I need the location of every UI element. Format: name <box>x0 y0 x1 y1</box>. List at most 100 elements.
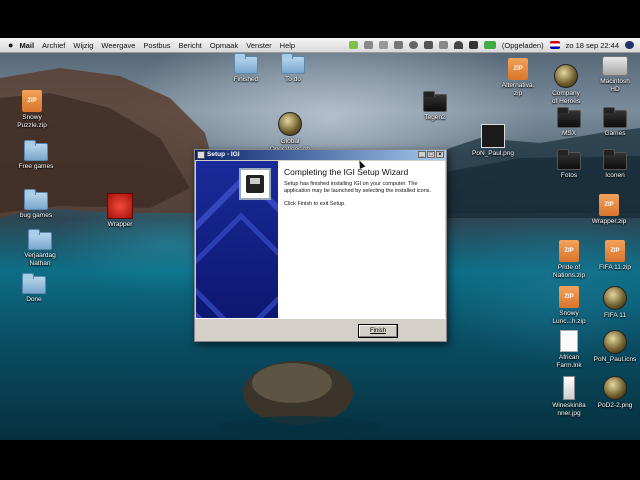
icon-label: Games <box>604 130 626 137</box>
folder-icon <box>24 140 48 161</box>
wizard-body: Completing the IGI Setup Wizard Setup ha… <box>196 161 445 318</box>
folder-icon <box>557 149 581 170</box>
folder-icon <box>28 229 52 250</box>
clock[interactable]: zo 18 sep 22:44 <box>566 41 619 50</box>
apple-menu-icon[interactable]: ● <box>8 40 13 50</box>
zip-icon: ZIP <box>508 58 528 80</box>
icon-label: PoN_Paul.icns <box>593 356 637 363</box>
icon-label: FIFA 11.zip <box>598 264 632 271</box>
menu-venster[interactable]: Venster <box>246 41 271 50</box>
image-thumbnail-icon <box>481 124 505 148</box>
desktop-icon-pod2-2[interactable]: PoD2-2.png <box>583 376 640 410</box>
desktop-icon-bug-games[interactable]: bug games <box>4 189 68 220</box>
status-icon-3[interactable] <box>393 41 403 49</box>
menu-wijzig[interactable]: Wijzig <box>73 41 93 50</box>
menu-postbus[interactable]: Postbus <box>143 41 170 50</box>
desktop-icon-pon-paul-png[interactable]: PoN_Paul.png <box>461 124 525 158</box>
window-titlebar[interactable]: Setup - IGI _ □ × <box>195 150 446 160</box>
sync-icon[interactable] <box>363 41 373 49</box>
folder-icon <box>557 107 581 128</box>
status-icon-4[interactable] <box>408 41 418 49</box>
spotlight-icon[interactable] <box>625 41 634 49</box>
icon-label: PoD2-2.png <box>597 402 633 409</box>
menu-weergave[interactable]: Weergave <box>101 41 135 50</box>
desktop-icon-global-operations[interactable]: Global Operations.gb <box>258 112 322 154</box>
global-operations-icon <box>278 112 302 136</box>
bluetooth-icon[interactable] <box>438 41 448 49</box>
icon-label: To do <box>285 76 301 83</box>
wifi-icon[interactable] <box>453 41 463 49</box>
desktop-icon-tegen2[interactable]: Tegen2 <box>403 91 467 122</box>
battery-icon[interactable] <box>483 41 496 49</box>
maximize-button[interactable]: □ <box>427 151 435 158</box>
finish-button-label: Finish <box>369 328 386 334</box>
window-title: Setup - IGI <box>207 151 240 158</box>
document-icon <box>560 330 578 352</box>
icon-label: Iconen <box>605 172 625 179</box>
desktop-icon-wrapper-zip[interactable]: ZIP Wrapper.zip <box>577 194 640 226</box>
desktop-icon-games[interactable]: Games <box>583 107 640 138</box>
wizard-content: Completing the IGI Setup Wizard Setup ha… <box>284 167 442 214</box>
menu-archief[interactable]: Archief <box>42 41 65 50</box>
folder-icon <box>22 273 46 294</box>
fifa-11-icon <box>603 286 627 310</box>
desktop-icon-done[interactable]: Done <box>2 273 66 304</box>
zip-icon: ZIP <box>599 194 619 216</box>
flag-icon[interactable] <box>549 41 560 49</box>
icon-label: Tegen2 <box>424 114 446 121</box>
close-button[interactable]: × <box>436 151 444 158</box>
image-file-icon <box>603 376 627 400</box>
zip-icon: ZIP <box>559 286 579 308</box>
status-icon[interactable] <box>348 41 358 49</box>
icon-label: Wrapper <box>107 221 133 228</box>
minimize-button[interactable]: _ <box>418 151 426 158</box>
desktop-icon-free-games[interactable]: Free games <box>4 140 68 171</box>
battery-status[interactable]: (Opgeladen) <box>502 41 544 50</box>
setup-app-icon <box>197 151 205 159</box>
folder-icon <box>234 53 258 74</box>
zip-icon: ZIP <box>559 240 579 262</box>
icon-label: PoN_Paul.png <box>472 150 514 157</box>
menu-opmaak[interactable]: Opmaak <box>210 41 238 50</box>
finish-button[interactable]: Finish <box>358 324 398 338</box>
image-file-icon <box>563 376 575 400</box>
menu-mail[interactable]: Mail <box>19 41 34 50</box>
window-controls: _ □ × <box>418 151 444 158</box>
folder-icon <box>603 107 627 128</box>
desktop-icon-fifa-11[interactable]: FIFA 11 <box>583 286 640 320</box>
status-icon-2[interactable] <box>378 41 388 49</box>
icon-label: Done <box>26 296 42 303</box>
desktop-icon-pon-paul-icns[interactable]: PoN_Paul.icns <box>583 330 640 364</box>
desktop-icon-iconen[interactable]: Iconen <box>583 149 640 180</box>
company-of-heroes-icon <box>554 64 578 88</box>
icon-label: FIFA 11 <box>604 312 626 319</box>
icns-file-icon <box>603 330 627 354</box>
wizard-instruction: Click Finish to exit Setup. <box>284 201 346 207</box>
desktop-icon-fifa-11-zip[interactable]: ZIP FIFA 11.zip <box>583 240 640 272</box>
display-icon[interactable] <box>423 41 433 49</box>
icon-label: Verjaardag Nathan <box>24 252 56 267</box>
menu-help[interactable]: Help <box>280 41 295 50</box>
volume-icon[interactable] <box>468 41 478 49</box>
wizard-message: Setup has finished installing IGI on you… <box>284 181 432 194</box>
menu-bericht[interactable]: Bericht <box>179 41 202 50</box>
installer-computer-icon <box>239 168 271 200</box>
status-area: (Opgeladen) zo 18 sep 22:44 <box>348 38 634 52</box>
folder-icon <box>281 53 305 74</box>
desktop-icon-macintosh-hd[interactable]: Macintosh HD <box>583 56 640 94</box>
menu-bar: ● Mail Archief Wijzig Weergave Postbus B… <box>0 38 640 53</box>
desktop-icon-snowy-puzzle[interactable]: ZIP Snowy Puzzle.zip <box>0 90 64 130</box>
wizard-heading: Completing the IGI Setup Wizard <box>284 167 409 177</box>
icon-label: Snowy Puzzle.zip <box>17 114 47 129</box>
desktop-icon-verjaardag-nathan[interactable]: Verjaardag Nathan <box>8 229 72 268</box>
folder-icon <box>24 189 48 210</box>
zip-icon: ZIP <box>605 240 625 262</box>
hard-disk-icon <box>602 56 628 76</box>
icon-label: Macintosh HD <box>600 78 630 93</box>
desktop-icon-to-do[interactable]: To do <box>261 53 325 84</box>
icon-label: Free games <box>18 163 54 170</box>
desktop-icon-wrapper[interactable]: Wrapper <box>88 193 152 229</box>
setup-wizard-window: Setup - IGI _ □ × Completing the IGI Set… <box>194 149 447 342</box>
wizard-side-banner <box>196 161 278 318</box>
wrapper-app-icon <box>107 193 133 219</box>
